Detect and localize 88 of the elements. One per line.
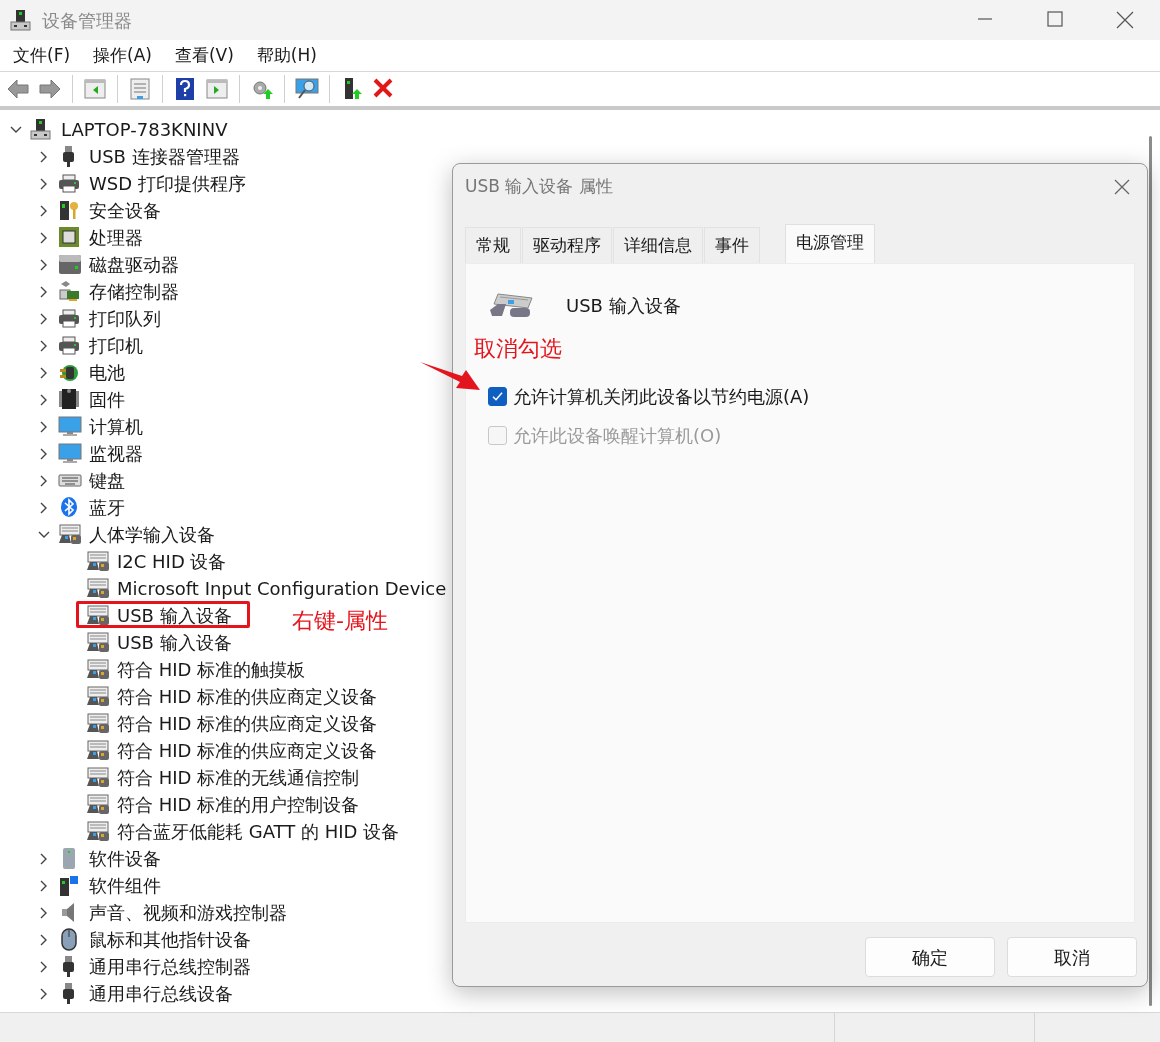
tree-item[interactable]: 键盘 bbox=[89, 470, 125, 491]
tree-item[interactable]: USB 输入设备 bbox=[117, 605, 232, 626]
tree-item[interactable]: 打印队列 bbox=[89, 308, 161, 329]
tab[interactable]: 电源管理 bbox=[785, 224, 875, 263]
tree-item[interactable]: 蓝牙 bbox=[89, 497, 125, 518]
tree-item[interactable]: 通用串行总线控制器 bbox=[89, 956, 251, 977]
tab[interactable]: 详细信息 bbox=[613, 227, 703, 263]
keyboard-gamepad-icon bbox=[488, 290, 536, 320]
storage-controller-icon bbox=[58, 280, 82, 303]
printer-icon bbox=[58, 334, 82, 357]
printer-icon bbox=[58, 172, 82, 195]
tree-item[interactable]: 符合蓝牙低能耗 GATT 的 HID 设备 bbox=[117, 821, 400, 842]
checkbox[interactable] bbox=[488, 387, 507, 406]
tree-item[interactable]: LAPTOP-783KNINV bbox=[61, 119, 228, 140]
tree-item[interactable]: 符合 HID 标准的无线通信控制 bbox=[117, 767, 360, 788]
tree-item[interactable]: 磁盘驱动器 bbox=[89, 254, 179, 275]
keyboard-gamepad-icon bbox=[86, 766, 110, 789]
computer-tower-icon bbox=[10, 8, 34, 32]
tab[interactable]: 常规 bbox=[465, 227, 521, 263]
keyboard-gamepad-icon bbox=[86, 658, 110, 681]
menu-item[interactable]: 查看(V) bbox=[165, 42, 242, 69]
help-icon[interactable] bbox=[173, 77, 197, 101]
tree-item[interactable]: 处理器 bbox=[89, 227, 143, 248]
close-icon[interactable] bbox=[1114, 10, 1136, 30]
window-title: 设备管理器 bbox=[42, 8, 132, 33]
keyboard-gamepad-icon bbox=[86, 604, 110, 627]
annotation-text: 取消勾选 bbox=[474, 335, 563, 363]
keyboard-gamepad-icon bbox=[86, 631, 110, 654]
tree-item[interactable]: 符合 HID 标准的供应商定义设备 bbox=[117, 686, 378, 707]
tree-item[interactable]: USB 连接器管理器 bbox=[89, 146, 240, 167]
tree-item[interactable]: 打印机 bbox=[89, 335, 143, 356]
monitor-icon bbox=[58, 415, 82, 438]
tab[interactable]: 事件 bbox=[704, 227, 760, 263]
close-icon[interactable] bbox=[1113, 178, 1131, 196]
window-panel-icon[interactable] bbox=[83, 77, 107, 101]
properties-sheet-icon[interactable] bbox=[128, 77, 152, 101]
checkbox-label: 允许计算机关闭此设备以节约电源(A) bbox=[513, 385, 810, 409]
tree-item[interactable]: 声音、视频和游戏控制器 bbox=[89, 902, 287, 923]
tree-item[interactable]: I2C HID 设备 bbox=[117, 551, 227, 572]
tree-item[interactable]: 监视器 bbox=[89, 443, 143, 464]
tree-item[interactable]: Microsoft Input Configuration Device bbox=[117, 578, 447, 599]
keyboard-gamepad-icon bbox=[86, 685, 110, 708]
keyboard-gamepad-icon bbox=[86, 739, 110, 762]
tab[interactable]: 驱动程序 bbox=[522, 227, 612, 263]
annotation-text: 右键-属性 bbox=[292, 607, 388, 635]
forward-arrow-icon[interactable] bbox=[38, 77, 62, 101]
tree-item[interactable]: 符合 HID 标准的供应商定义设备 bbox=[117, 740, 378, 761]
chip-icon bbox=[58, 388, 82, 411]
tree-item[interactable]: 存储控制器 bbox=[89, 281, 179, 302]
monitor-icon bbox=[58, 442, 82, 465]
printer-icon bbox=[58, 307, 82, 330]
tree-item[interactable]: 电池 bbox=[89, 362, 125, 383]
menu-item[interactable]: 操作(A) bbox=[84, 42, 160, 69]
maximize-icon[interactable] bbox=[1044, 10, 1066, 30]
keyboard-gamepad-icon bbox=[86, 820, 110, 843]
menu-item[interactable]: 帮助(H) bbox=[247, 42, 325, 69]
dialog-title: USB 输入设备 属性 bbox=[465, 175, 613, 199]
tree-item[interactable]: 固件 bbox=[89, 389, 125, 410]
keyboard-gamepad-icon bbox=[86, 577, 110, 600]
menu-item[interactable]: 文件(F) bbox=[4, 42, 79, 69]
chip-icon bbox=[58, 226, 82, 249]
dialog-button[interactable]: 确定 bbox=[865, 937, 995, 977]
tree-item[interactable]: WSD 打印提供程序 bbox=[89, 173, 246, 194]
tree-item[interactable]: 符合 HID 标准的触摸板 bbox=[117, 659, 306, 680]
tree-item[interactable]: 计算机 bbox=[89, 416, 143, 437]
tree-item[interactable]: 符合 HID 标准的供应商定义设备 bbox=[117, 713, 378, 734]
computer-tower-icon bbox=[30, 118, 54, 141]
dialog-button[interactable]: 取消 bbox=[1007, 937, 1137, 977]
window-panel-icon[interactable] bbox=[205, 77, 229, 101]
tree-item[interactable]: 安全设备 bbox=[89, 200, 161, 221]
keyboard-gamepad-icon bbox=[58, 523, 82, 546]
tree-item[interactable]: USB 输入设备 bbox=[117, 632, 232, 653]
scrollbar[interactable] bbox=[1149, 136, 1152, 1006]
tree-item[interactable]: 软件设备 bbox=[89, 848, 161, 869]
tree-item[interactable]: 通用串行总线设备 bbox=[89, 983, 233, 1004]
keyboard-gamepad-icon bbox=[86, 550, 110, 573]
tree-item[interactable]: 鼠标和其他指针设备 bbox=[89, 929, 251, 950]
checkmark-icon bbox=[492, 392, 503, 401]
tree-item[interactable]: 符合 HID 标准的用户控制设备 bbox=[117, 794, 360, 815]
tree-item[interactable]: 软件组件 bbox=[89, 875, 161, 896]
keyboard-gamepad-icon bbox=[86, 712, 110, 735]
keyboard-gamepad-icon bbox=[86, 793, 110, 816]
device-name: USB 输入设备 bbox=[566, 293, 681, 318]
tree-item[interactable]: 人体学输入设备 bbox=[89, 524, 215, 545]
checkbox-label: 允许此设备唤醒计算机(O) bbox=[513, 424, 722, 448]
back-arrow-icon[interactable] bbox=[6, 77, 30, 101]
disk-drive-icon bbox=[58, 253, 82, 276]
monitor-search-icon[interactable] bbox=[295, 77, 319, 101]
